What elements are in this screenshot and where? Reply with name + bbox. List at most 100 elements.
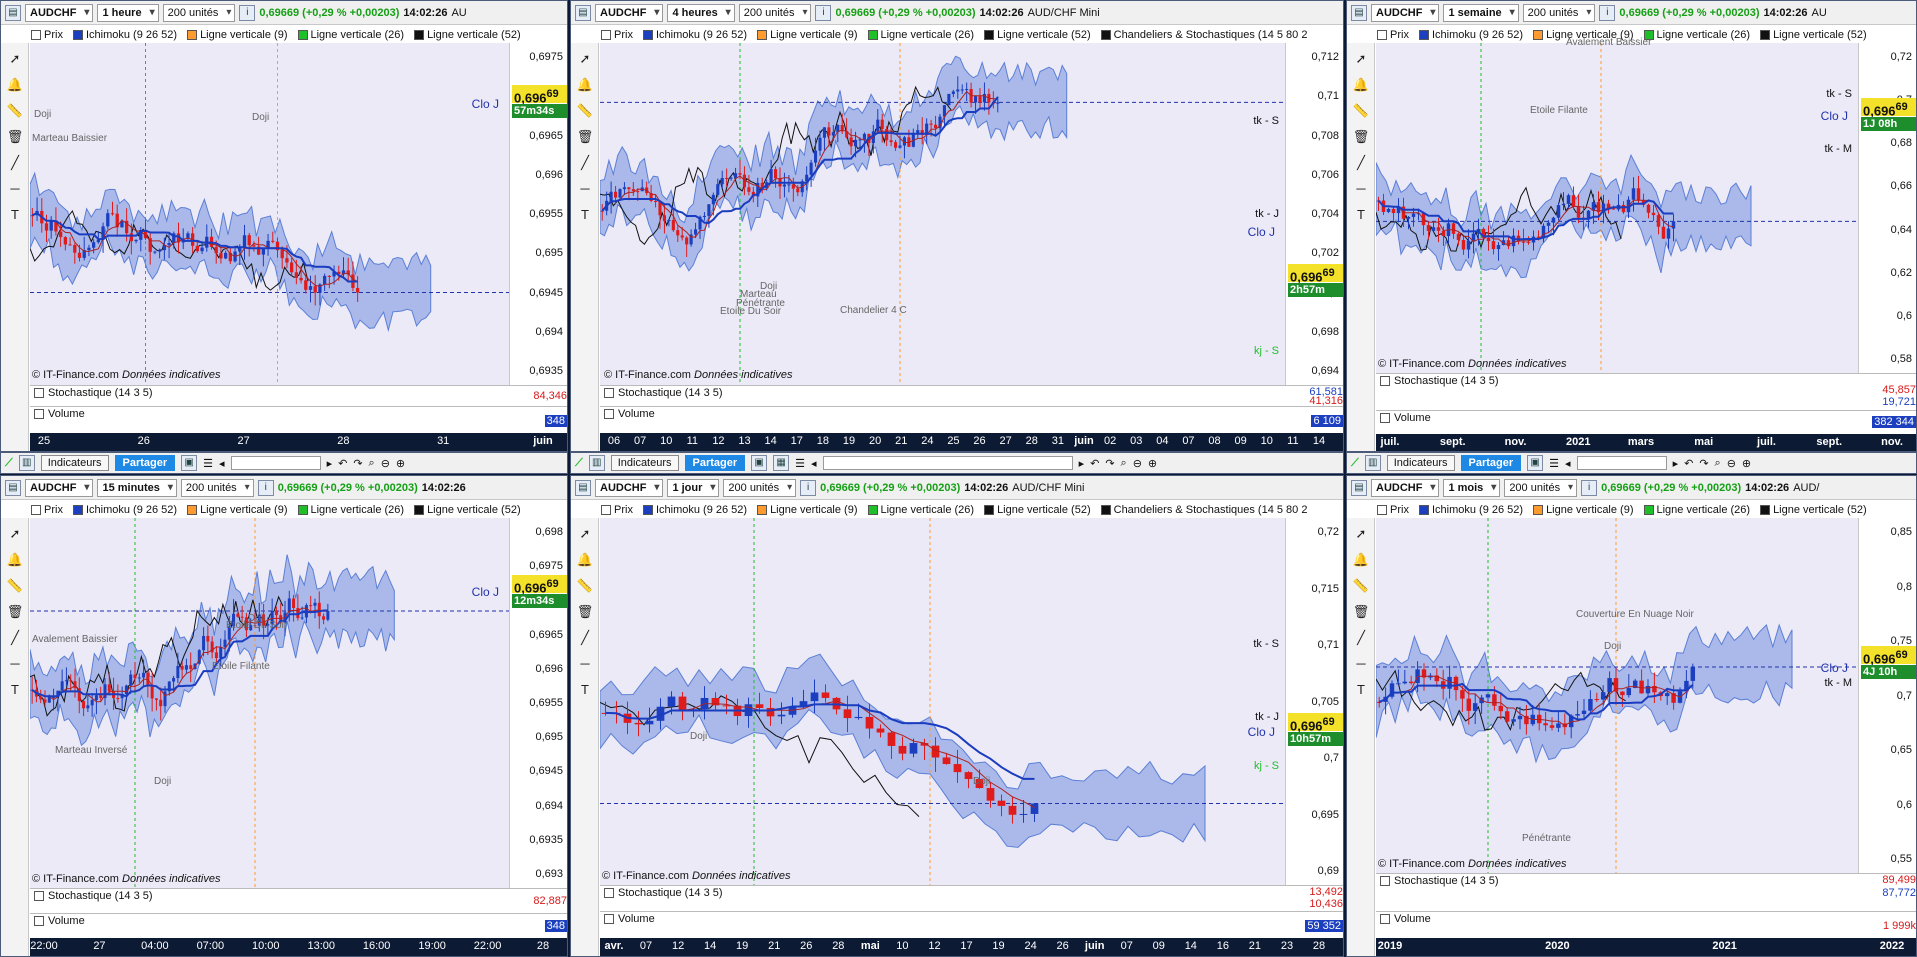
checkbox-icon[interactable] [604,914,614,924]
checkbox-icon[interactable] [604,409,614,419]
legend-ichimoku[interactable]: Ichimoku (9 26 52) [1418,504,1523,516]
legend-prix[interactable]: Prix [31,504,63,516]
hline-tool-icon[interactable]: ─ [575,654,595,674]
price-axis[interactable]: 0,72 0,715 0,71 0,705 0,7 0,695 0,69 0,69669 1… [1285,518,1343,885]
chart-type-icon[interactable]: ⟋ [5,457,13,470]
pointer-icon[interactable]: ➚ [575,49,595,69]
legend-v26[interactable]: Ligne verticale (26) [297,29,404,41]
ruler-icon[interactable]: 📏 [1351,576,1371,596]
checkbox-icon[interactable] [1380,413,1390,423]
checkbox-icon[interactable] [604,888,614,898]
scroll-bar[interactable] [822,456,1073,470]
legend-v9[interactable]: Ligne verticale (9) [757,29,858,41]
line-tool-icon[interactable]: ╱ [575,628,595,648]
units-select[interactable]: 200 unités [180,478,254,497]
legend-ichimoku[interactable]: Ichimoku (9 26 52) [1418,29,1523,41]
symbol-select[interactable]: AUDCHF [595,3,664,22]
legend-v26[interactable]: Ligne verticale (26) [1643,504,1750,516]
units-select[interactable]: 200 unités [1504,478,1578,497]
hline-tool-icon[interactable]: ─ [5,179,25,199]
price-axis[interactable]: 0,7120,710,7080,7060,7040,7020,70,6980,6… [1285,43,1343,385]
symbol-select[interactable]: AUDCHF [25,478,94,497]
pointer-icon[interactable]: ➚ [575,524,595,544]
trash-icon[interactable]: 🗑 [575,127,595,147]
symbol-icon[interactable]: ▤ [5,479,21,496]
zoom-fit-icon[interactable]: ⌕ [369,457,375,470]
price-chart[interactable]: Clo J Doji Etoile Du Soir Etoile Filante… [30,518,509,888]
price-axis[interactable]: 0,720,70,680,660,640,620,60,58 0,69669 1… [1858,43,1916,373]
menu-icon[interactable]: ☰ [795,457,805,470]
units-select[interactable]: 200 unités [738,3,812,22]
pointer-icon[interactable]: ➚ [1351,49,1371,69]
zoom-fit-icon[interactable]: ⌕ [1715,457,1721,470]
scroll-right-icon[interactable]: ▸ [1673,457,1679,470]
legend-prix[interactable]: Prix [1377,504,1409,516]
price-chart[interactable]: Clo J Doji Doji Marteau Baissier © IT-Fi… [30,43,509,385]
line-tool-icon[interactable]: ╱ [1351,153,1371,173]
legend-v52[interactable]: Ligne verticale (52) [1760,504,1867,516]
alert-bell-icon[interactable]: 🔔 [1351,75,1371,95]
time-axis[interactable]: juil. sept. nov. 2021 mars mai juil. sept. nov. [1376,434,1916,451]
trash-icon[interactable]: 🗑 [1351,602,1371,622]
zoom-in-icon[interactable]: ⊕ [396,457,405,470]
info-icon[interactable]: i [1599,4,1616,21]
text-tool-icon[interactable]: T [5,205,25,225]
pointer-icon[interactable]: ➚ [5,49,25,69]
symbol-icon[interactable]: ▤ [5,4,21,21]
share-button[interactable]: Partager [1460,455,1522,471]
legend-prix[interactable]: Prix [31,29,63,41]
bar-chart-icon[interactable]: ▥ [18,455,35,471]
price-chart[interactable]: tk - S tk - J Clo J kj - S Doji Marteau … [600,43,1285,385]
zoom-out-icon[interactable]: ⊖ [381,457,390,470]
symbol-icon[interactable]: ▤ [1351,4,1367,21]
share-button[interactable]: Partager [114,455,176,471]
menu-icon[interactable]: ☰ [203,457,213,470]
menu-icon[interactable]: ☰ [1549,457,1559,470]
text-tool-icon[interactable]: T [1351,205,1371,225]
line-tool-icon[interactable]: ╱ [5,153,25,173]
alert-bell-icon[interactable]: 🔔 [575,550,595,570]
checkbox-icon[interactable] [34,916,44,926]
zoom-in-icon[interactable]: ⊕ [1148,457,1157,470]
symbol-select[interactable]: AUDCHF [595,478,664,497]
units-select[interactable]: 200 unités [723,478,797,497]
checkbox-icon[interactable] [34,388,44,398]
checkbox-icon[interactable] [34,409,44,419]
zoom-out-icon[interactable]: ⊖ [1727,457,1736,470]
info-icon[interactable]: i [239,4,256,21]
save-icon[interactable]: ▣ [751,455,768,471]
share-button[interactable]: Partager [684,455,746,471]
legend-v9[interactable]: Ligne verticale (9) [187,29,288,41]
checkbox-icon[interactable] [34,891,44,901]
scroll-bar[interactable] [1576,456,1667,470]
trash-icon[interactable]: 🗑 [5,127,25,147]
price-chart[interactable]: Clo J tk - M Couverture En Nuage Noir Do… [1376,518,1858,873]
legend-v52[interactable]: Ligne verticale (52) [414,29,521,41]
scroll-left-icon[interactable]: ◂ [219,457,225,470]
symbol-select[interactable]: AUDCHF [25,3,94,22]
redo-icon[interactable]: ↷ [1105,457,1114,470]
timeframe-select[interactable]: 15 minutes [97,478,177,497]
price-axis[interactable]: 0,6980,69750,6970,69650,6960,69550,6950,… [509,518,567,888]
scroll-left-icon[interactable]: ◂ [811,457,817,470]
ruler-icon[interactable]: 📏 [5,576,25,596]
time-axis[interactable]: 2019 2020 2021 2022 [1376,938,1916,956]
undo-icon[interactable]: ↶ [1684,457,1693,470]
legend-ichimoku[interactable]: Ichimoku (9 26 52) [642,504,747,516]
timeframe-select[interactable]: 4 heures [667,3,735,22]
text-tool-icon[interactable]: T [575,680,595,700]
hline-tool-icon[interactable]: ─ [5,654,25,674]
zoom-fit-icon[interactable]: ⌕ [1121,457,1127,470]
trash-icon[interactable]: 🗑 [1351,127,1371,147]
legend-v26[interactable]: Ligne verticale (26) [1643,29,1750,41]
hline-tool-icon[interactable]: ─ [575,179,595,199]
legend-prix[interactable]: Prix [1377,29,1409,41]
scroll-left-icon[interactable]: ◂ [1565,457,1571,470]
legend-v26[interactable]: Ligne verticale (26) [867,29,974,41]
alert-bell-icon[interactable]: 🔔 [5,75,25,95]
legend-ichimoku[interactable]: Ichimoku (9 26 52) [72,504,177,516]
chart-type-icon[interactable]: ⟋ [1351,457,1359,470]
legend-v9[interactable]: Ligne verticale (9) [187,504,288,516]
info-icon[interactable]: i [1581,479,1598,496]
save-icon[interactable]: ▣ [1527,455,1544,471]
